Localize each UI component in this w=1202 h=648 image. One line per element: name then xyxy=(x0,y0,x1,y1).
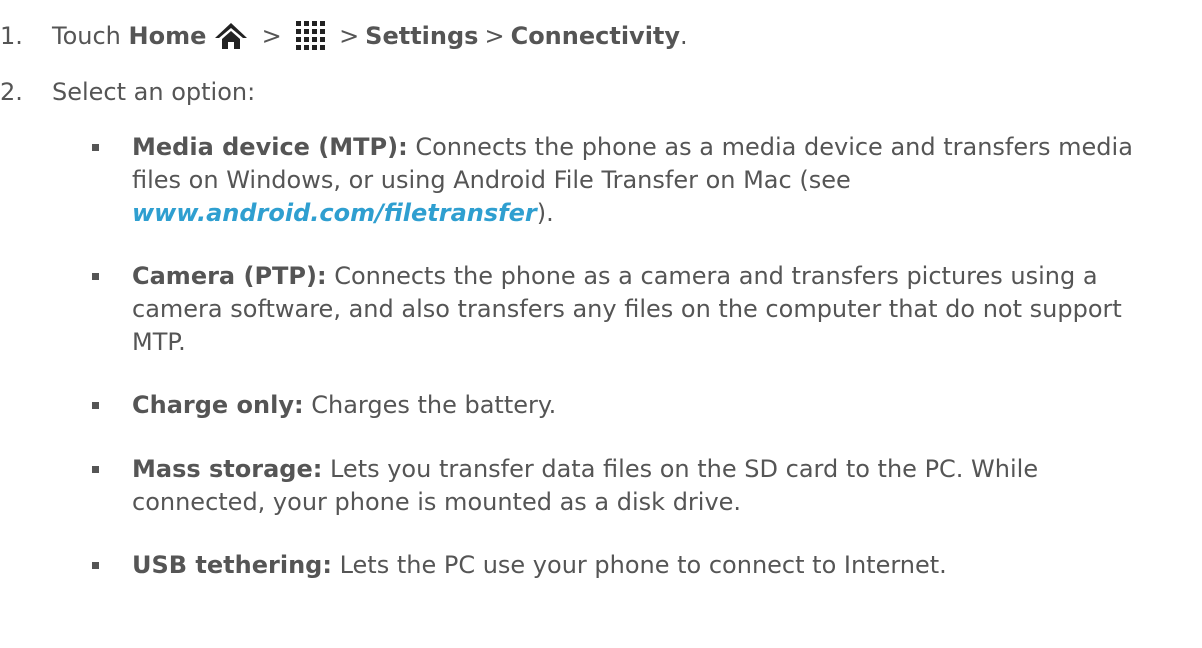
option-description: connected, your phone is mounted as a di… xyxy=(132,488,742,516)
option-text: Charge only: Charges the battery. xyxy=(132,389,1192,422)
step-1: 1. Touch Home > > Settings > Connectivity. xyxy=(0,20,688,57)
option-description: Connects the phone as a camera and trans… xyxy=(326,262,1098,290)
separator: > xyxy=(261,22,282,50)
filetransfer-link[interactable]: www.android.com/filetransfer xyxy=(132,199,537,227)
bullet-icon xyxy=(92,562,99,569)
connectivity-label: Connectivity xyxy=(510,22,681,50)
option-text: Mass storage: Lets you transfer data fil… xyxy=(132,453,1192,519)
option-description: ). xyxy=(536,199,554,227)
option-description: Lets you transfer data files on the SD c… xyxy=(322,455,1039,483)
option-description: MTP. xyxy=(132,328,186,356)
bullet-icon xyxy=(92,144,99,151)
bullet-icon xyxy=(92,466,99,473)
option-label: USB tethering: xyxy=(132,551,332,579)
bullet-icon xyxy=(92,402,99,409)
option-description: Connects the phone as a media device and… xyxy=(407,133,1133,161)
option-description: camera software, and also transfers any … xyxy=(132,295,1122,323)
touch-text: Touch xyxy=(52,22,121,50)
home-label: Home xyxy=(128,22,207,50)
option-text: Camera (PTP): Connects the phone as a ca… xyxy=(132,260,1192,359)
option-description: Lets the PC use your phone to connect to… xyxy=(331,551,947,579)
separator: > xyxy=(484,22,505,50)
home-icon xyxy=(214,22,248,57)
period: . xyxy=(680,22,688,50)
step-2-text: Select an option: xyxy=(52,78,256,106)
option-text: Media device (MTP): Connects the phone a… xyxy=(132,131,1192,230)
option-text: USB tethering: Lets the PC use your phon… xyxy=(132,549,1192,582)
option-label: Mass storage: xyxy=(132,455,323,483)
apps-grid-icon xyxy=(295,20,326,57)
step-number: 2. xyxy=(0,78,23,106)
step-number: 1. xyxy=(0,22,23,50)
step-2: 2. Select an option: xyxy=(0,77,255,107)
option-label: Charge only: xyxy=(132,391,304,419)
option-description: Charges the battery. xyxy=(303,391,557,419)
bullet-icon xyxy=(92,273,99,280)
separator: > xyxy=(339,22,360,50)
option-description: files on Windows, or using Android File … xyxy=(132,166,851,194)
option-label: Media device (MTP): xyxy=(132,133,408,161)
settings-label: Settings xyxy=(365,22,479,50)
option-label: Camera (PTP): xyxy=(132,262,327,290)
